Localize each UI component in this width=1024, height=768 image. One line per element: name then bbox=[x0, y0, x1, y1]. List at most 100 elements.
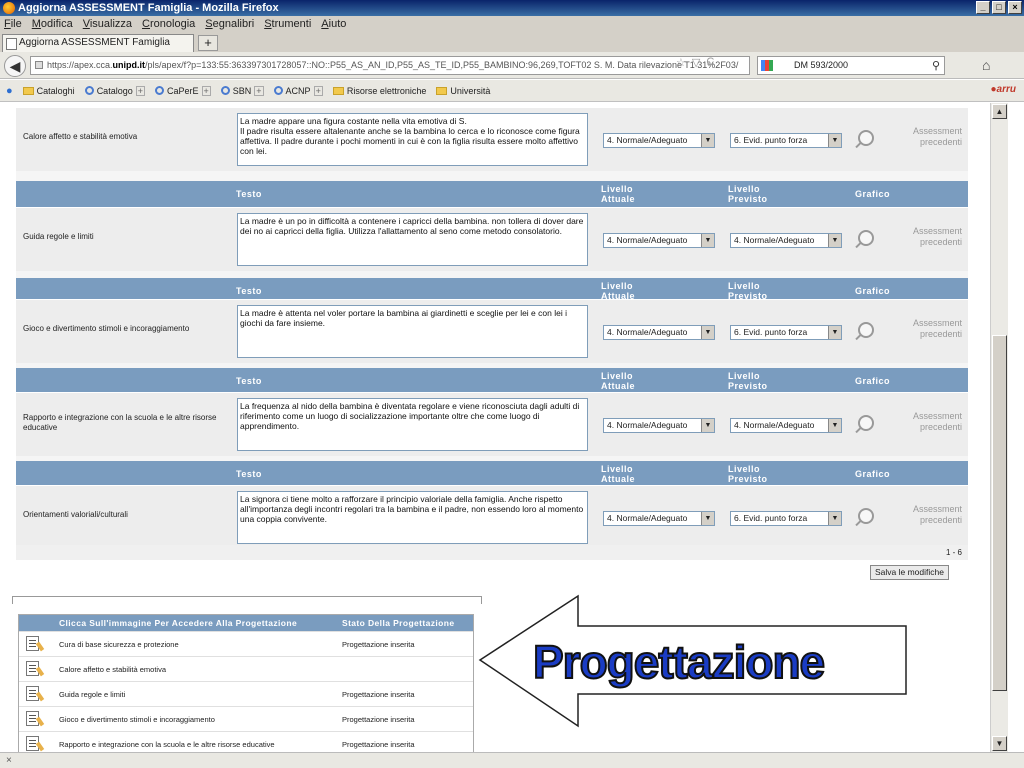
magnifier-icon[interactable] bbox=[858, 508, 874, 524]
bookmark-label: SBN bbox=[232, 85, 252, 96]
livello-previsto-select[interactable]: 4. Normale/Adeguato ▼ bbox=[730, 418, 842, 433]
menu-aiuto[interactable]: Aiuto bbox=[321, 16, 346, 32]
table-header: Testo Livello Attuale Livello Previsto G… bbox=[16, 368, 968, 394]
tab-aggiorna-assessment[interactable]: Aggiorna ASSESSMENT Famiglia bbox=[2, 34, 194, 52]
bookmark-star-icon[interactable]: ☆ bbox=[676, 56, 686, 69]
assessment-precedenti-link[interactable]: Assessment precedenti bbox=[896, 126, 962, 148]
livello-previsto-select[interactable]: 6. Evid. punto forza ▼ bbox=[730, 133, 842, 148]
info-icon[interactable]: ● bbox=[6, 85, 13, 97]
assessment-precedenti-link[interactable]: Assessment precedenti bbox=[896, 411, 962, 433]
close-window-button[interactable]: × bbox=[1008, 1, 1022, 14]
home-icon[interactable]: ⌂ bbox=[982, 57, 990, 73]
magnifier-icon[interactable] bbox=[858, 230, 874, 246]
plus-icon[interactable]: + bbox=[254, 85, 264, 96]
back-arrow-icon[interactable]: ◀ bbox=[4, 55, 26, 77]
save-button[interactable]: Salva le modifiche bbox=[870, 565, 949, 580]
chevron-down-icon: ▼ bbox=[701, 134, 714, 147]
edit-document-icon[interactable] bbox=[26, 661, 39, 676]
search-icon bbox=[220, 86, 230, 95]
menu-strumenti[interactable]: Strumenti bbox=[264, 16, 311, 32]
scroll-up-icon[interactable]: ▲ bbox=[992, 104, 1007, 119]
header-livello-attuale: Livello Attuale bbox=[601, 184, 636, 204]
url-bar[interactable]: https://apex.cca.unipd.it/pls/apex/f?p=1… bbox=[30, 56, 750, 75]
stato-progettazione: Progettazione inserita bbox=[342, 715, 415, 724]
header-testo: Testo bbox=[236, 286, 262, 296]
assessment-precedenti-link[interactable]: Assessment precedenti bbox=[896, 226, 962, 248]
dropdown-arrow-icon[interactable]: ▽ bbox=[692, 56, 700, 69]
stato-progettazione: Progettazione inserita bbox=[342, 640, 415, 649]
header-livello-previsto: Livello Previsto bbox=[728, 281, 768, 301]
new-tab-button[interactable]: + bbox=[198, 35, 218, 51]
row-text-input[interactable]: La frequenza al nido della bambina è div… bbox=[237, 398, 588, 451]
menu-cronologia[interactable]: Cronologia bbox=[142, 16, 195, 32]
livello-attuale-select[interactable]: 4. Normale/Adeguato ▼ bbox=[603, 418, 715, 433]
header-grafico: Grafico bbox=[855, 189, 891, 199]
bookmark-acnp[interactable]: ACNP + bbox=[273, 85, 323, 96]
edit-document-icon[interactable] bbox=[26, 686, 39, 701]
search-input[interactable]: DM 593/2000 ⚲ bbox=[757, 56, 945, 75]
table-header: Testo Livello Attuale Livello Previsto G… bbox=[16, 181, 968, 207]
select-value: 6. Evid. punto forza bbox=[734, 513, 808, 523]
livello-attuale-select[interactable]: 4. Normale/Adeguato ▼ bbox=[603, 133, 715, 148]
assessment-precedenti-link[interactable]: Assessment precedenti bbox=[896, 318, 962, 340]
menu-visualizza[interactable]: Visualizza bbox=[83, 16, 132, 32]
livello-attuale-select[interactable]: 4. Normale/Adeguato ▼ bbox=[603, 233, 715, 248]
plus-icon[interactable]: + bbox=[201, 85, 211, 96]
row-text-input[interactable]: La signora ci tiene molto a rafforzare i… bbox=[237, 491, 588, 544]
minimize-button[interactable]: _ bbox=[976, 1, 990, 14]
bookmark-label: Università bbox=[450, 85, 491, 96]
search-icon bbox=[84, 86, 94, 95]
edit-document-icon[interactable] bbox=[26, 736, 39, 751]
maximize-button[interactable]: □ bbox=[992, 1, 1006, 14]
livello-previsto-select[interactable]: 6. Evid. punto forza ▼ bbox=[730, 325, 842, 340]
folder-icon bbox=[22, 86, 34, 95]
bookmark-cataloghi[interactable]: Cataloghi bbox=[22, 86, 75, 96]
bookmark-sbn[interactable]: SBN + bbox=[220, 85, 264, 96]
row-text-input[interactable]: La madre appare una figura costante nell… bbox=[237, 113, 588, 166]
livello-previsto-select[interactable]: 6. Evid. punto forza ▼ bbox=[730, 511, 842, 526]
header-livello-previsto: Livello Previsto bbox=[728, 371, 768, 391]
menu-file[interactable]: File bbox=[4, 16, 22, 32]
livello-attuale-select[interactable]: 4. Normale/Adeguato ▼ bbox=[603, 325, 715, 340]
scroll-thumb[interactable] bbox=[992, 335, 1007, 691]
pagination: 1 - 6 bbox=[16, 545, 968, 560]
row-text-input[interactable]: La madre è un po in difficoltà a contene… bbox=[237, 213, 588, 266]
bookmark-label: Catalogo bbox=[96, 85, 133, 96]
header-livello-previsto: Livello Previsto bbox=[728, 184, 768, 204]
bookmark-capere[interactable]: CaPerE + bbox=[154, 85, 211, 96]
search-engine-icon[interactable] bbox=[761, 60, 773, 71]
scroll-down-icon[interactable]: ▼ bbox=[992, 736, 1007, 751]
bookmark-catalogo[interactable]: Catalogo + bbox=[84, 85, 145, 96]
header-clicca: Clicca Sull'immagine Per Accedere Alla P… bbox=[59, 618, 298, 628]
search-icon[interactable]: ⚲ bbox=[932, 58, 940, 75]
magnifier-icon[interactable] bbox=[858, 130, 874, 146]
menu-segnalibri[interactable]: Segnalibri bbox=[205, 16, 254, 32]
close-icon[interactable]: × bbox=[6, 755, 12, 766]
bookmarks-toolbar: ● Cataloghi Catalogo + CaPerE + SBN + ACNP +… bbox=[0, 80, 1024, 102]
assessment-precedenti-link[interactable]: Assessment precedenti bbox=[896, 504, 962, 526]
select-value: 4. Normale/Adeguato bbox=[734, 420, 815, 430]
bookmark-label: Risorse elettroniche bbox=[346, 85, 427, 96]
bookmark-risorse-elettroniche[interactable]: Risorse elettroniche bbox=[332, 85, 427, 96]
extension-logo-icon[interactable]: ●arru bbox=[991, 84, 1017, 95]
reload-icon[interactable]: C bbox=[706, 56, 714, 69]
bookmark-label: CaPerE bbox=[166, 85, 199, 96]
url-domain: unipd.it bbox=[112, 60, 146, 70]
vertical-scrollbar[interactable]: ▲ ▼ bbox=[990, 103, 1008, 752]
row-text-input[interactable]: La madre è attenta nel voler portare la … bbox=[237, 305, 588, 358]
progettazione-row: Gioco e divertimento stimoli e incoraggi… bbox=[19, 706, 473, 731]
livello-attuale-select[interactable]: 4. Normale/Adeguato ▼ bbox=[603, 511, 715, 526]
menu-modifica[interactable]: Modifica bbox=[32, 16, 73, 32]
magnifier-icon[interactable] bbox=[858, 322, 874, 338]
area-name: Calore affetto e stabilità emotiva bbox=[59, 665, 167, 674]
window-titlebar: Aggiorna ASSESSMENT Famiglia - Mozilla F… bbox=[0, 0, 1024, 16]
folder-icon bbox=[436, 86, 448, 95]
magnifier-icon[interactable] bbox=[858, 415, 874, 431]
edit-document-icon[interactable] bbox=[26, 636, 39, 651]
edit-document-icon[interactable] bbox=[26, 711, 39, 726]
plus-icon[interactable]: + bbox=[313, 85, 323, 96]
plus-icon[interactable]: + bbox=[135, 85, 145, 96]
livello-previsto-select[interactable]: 4. Normale/Adeguato ▼ bbox=[730, 233, 842, 248]
chevron-down-icon: ▼ bbox=[828, 234, 841, 247]
bookmark-universita[interactable]: Università bbox=[436, 86, 490, 96]
